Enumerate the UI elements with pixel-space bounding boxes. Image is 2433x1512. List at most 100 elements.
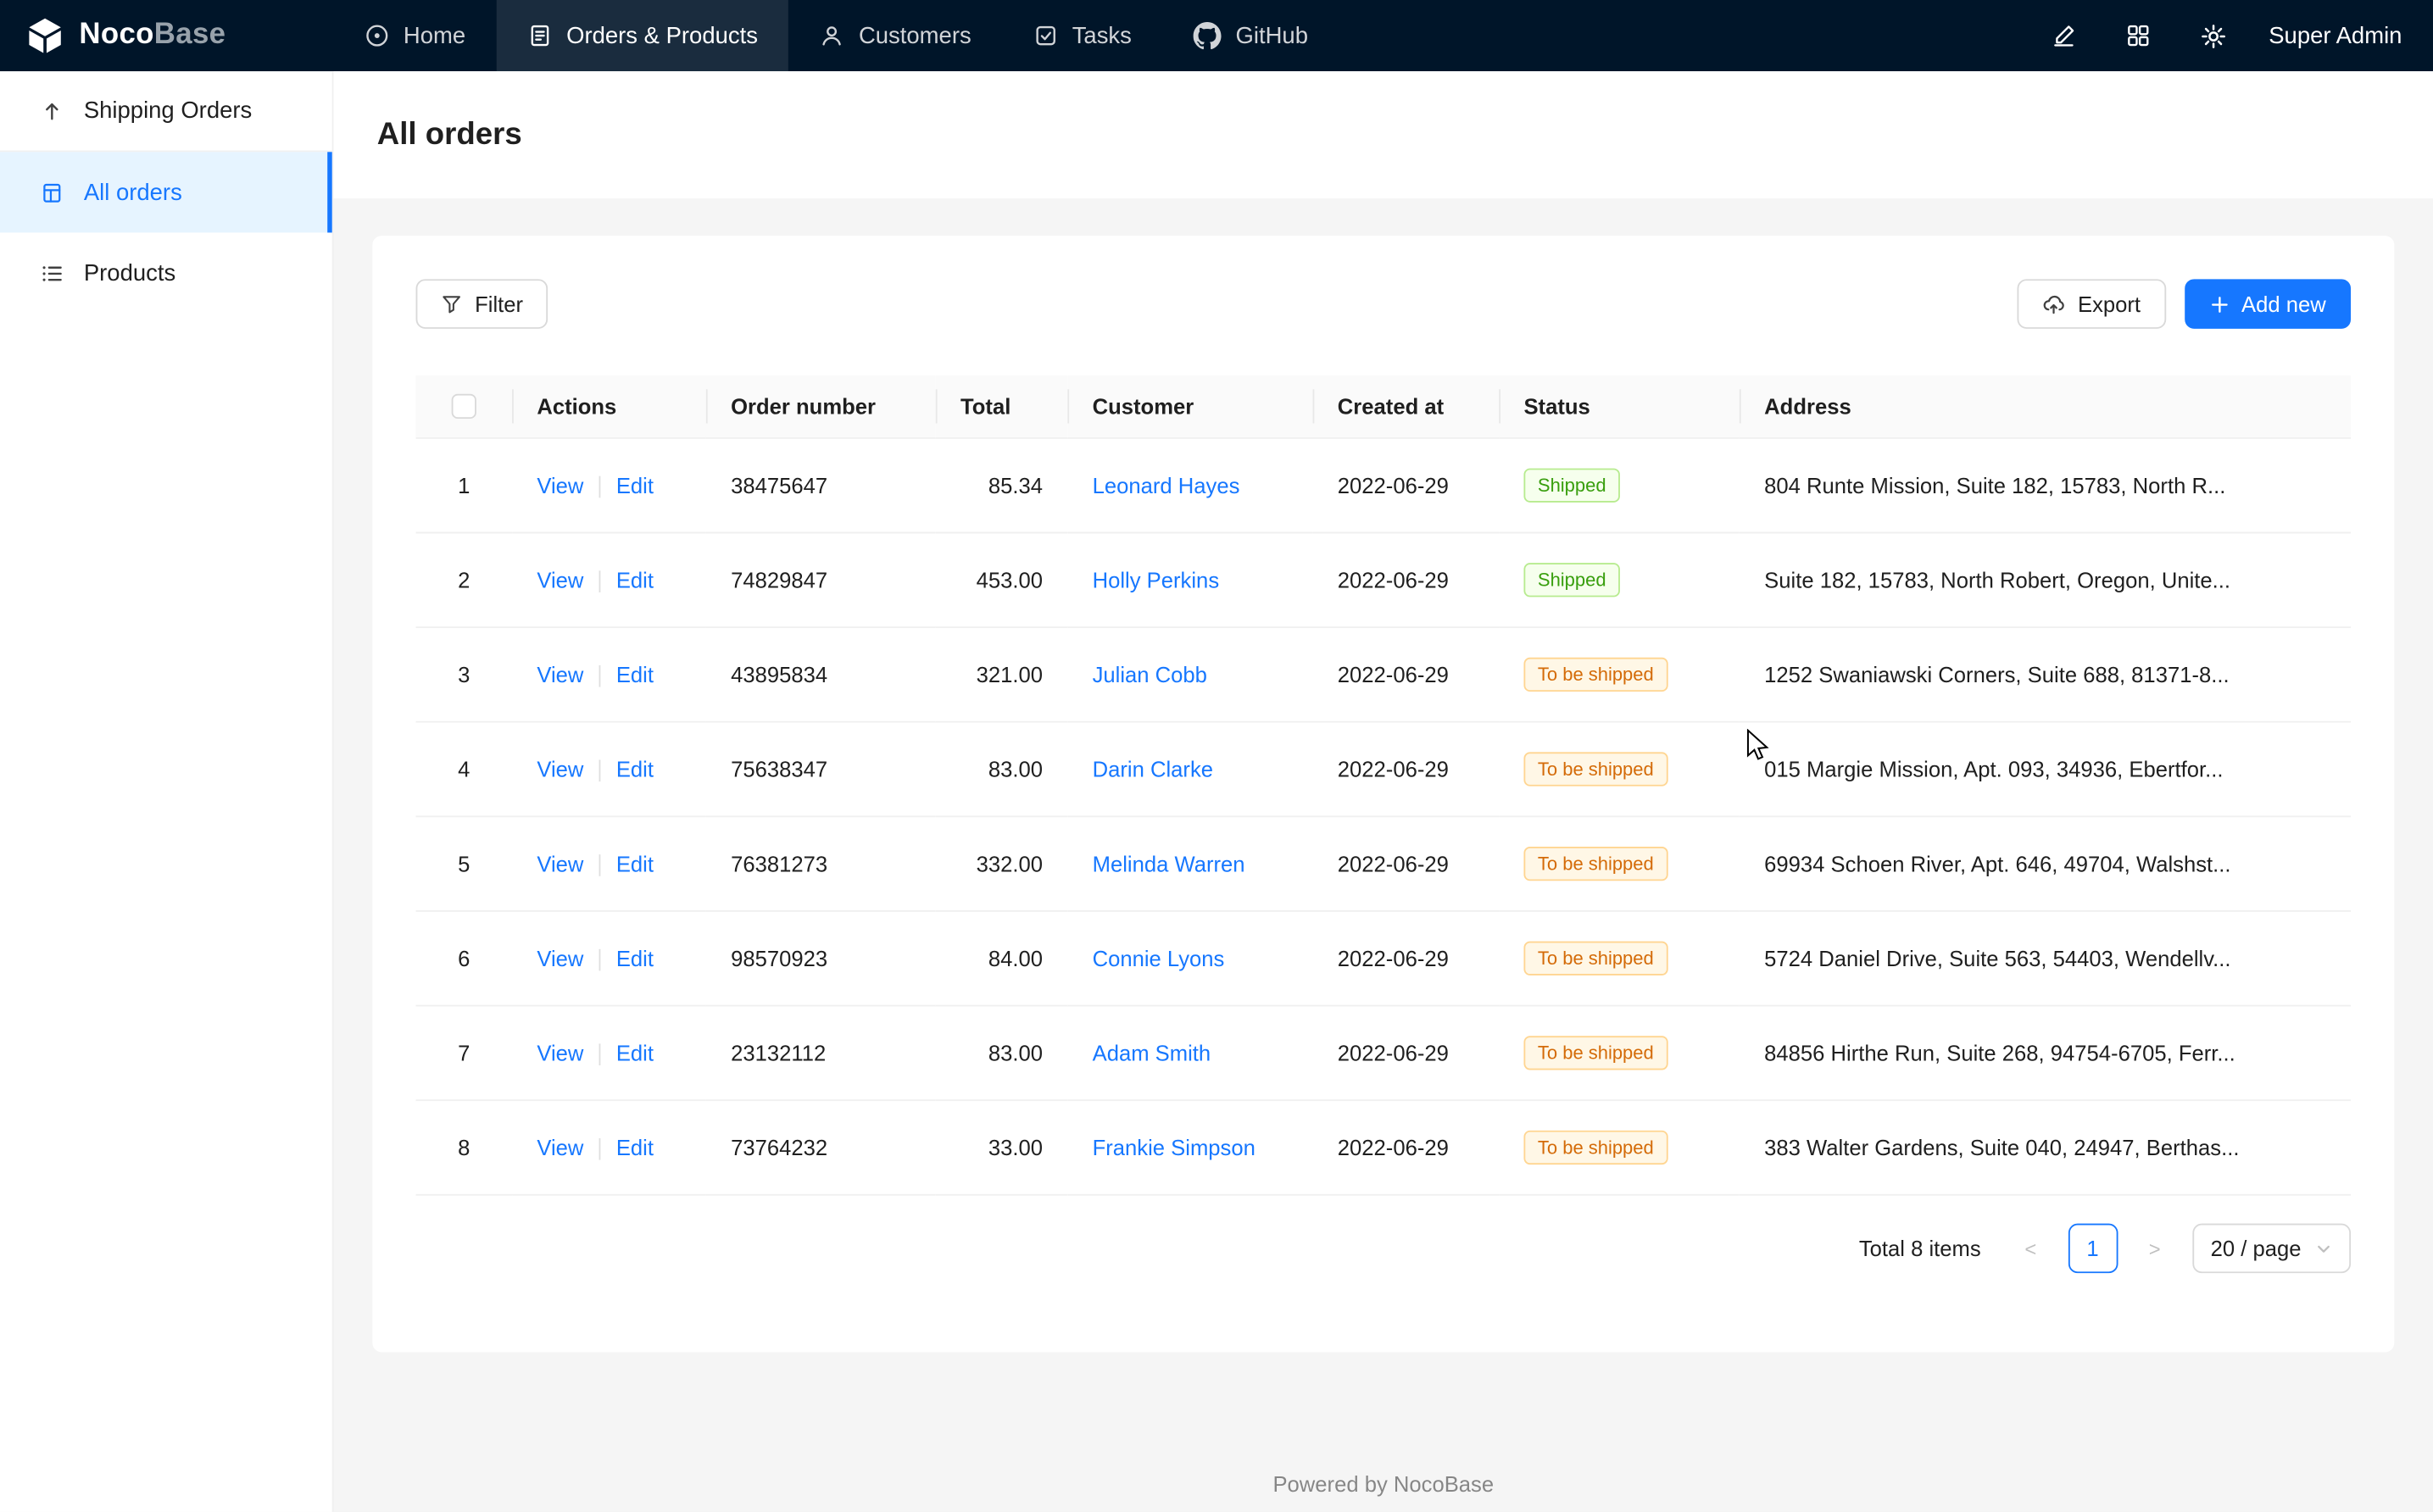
arrow-up-icon: [41, 99, 64, 122]
pagination-prev-button[interactable]: <: [2006, 1224, 2056, 1274]
view-link[interactable]: View: [537, 851, 583, 876]
address-cell: 1252 Swaniawski Corners, Suite 688, 8137…: [1740, 627, 2351, 722]
pagination-next-button[interactable]: >: [2130, 1224, 2180, 1274]
actions-cell: View Edit: [512, 722, 706, 817]
view-link[interactable]: View: [537, 662, 583, 687]
order-number-cell: 73764232: [706, 1100, 936, 1195]
customer-link[interactable]: Julian Cobb: [1093, 662, 1207, 687]
status-cell: To be shipped: [1499, 1006, 1740, 1101]
sidebar-item-products[interactable]: Products: [0, 232, 332, 313]
customer-link[interactable]: Leonard Hayes: [1093, 473, 1240, 498]
view-link[interactable]: View: [537, 473, 583, 498]
order-number-cell: 23132112: [706, 1006, 936, 1101]
total-cell: 33.00: [936, 1100, 1068, 1195]
ui-editor-button[interactable]: [2029, 0, 2098, 71]
table-row[interactable]: 8 View Edit 73764232 33.00 Frankie Simpso…: [416, 1100, 2352, 1195]
table-row[interactable]: 4 ViewEdit 75638347 83.00 Darin Clarke 2…: [416, 722, 2352, 817]
view-link[interactable]: View: [537, 1040, 583, 1065]
table-row[interactable]: 1 ViewEdit 38475647 85.34 Leonard Hayes …: [416, 438, 2352, 533]
view-link[interactable]: View: [537, 1135, 583, 1159]
table-row[interactable]: 7 ViewEdit 23132112 83.00 Adam Smith 202…: [416, 1006, 2352, 1101]
add-new-button[interactable]: Add new: [2184, 279, 2351, 329]
row-index[interactable]: 1: [416, 438, 512, 533]
created-at-cell: 2022-06-29: [1313, 911, 1500, 1006]
plugin-manager-button[interactable]: [2104, 0, 2173, 71]
filter-button[interactable]: Filter: [416, 279, 548, 329]
nav-item-orders-products[interactable]: Orders & Products: [497, 0, 789, 71]
edit-link[interactable]: Edit: [616, 1135, 654, 1159]
app-logo[interactable]: NocoBase: [0, 0, 334, 71]
pagination-page-1[interactable]: 1: [2068, 1224, 2118, 1274]
address-cell: Suite 182, 15783, North Robert, Oregon, …: [1740, 533, 2351, 628]
select-all-checkbox[interactable]: [452, 394, 476, 419]
table-header-row: Actions Order number Total Customer Crea…: [416, 375, 2352, 438]
table-row[interactable]: 2 ViewEdit 74829847 453.00 Holly Perkins…: [416, 533, 2352, 628]
order-number-cell: 98570923: [706, 911, 936, 1006]
table-row[interactable]: 5 ViewEdit 76381273 332.00 Melinda Warre…: [416, 816, 2352, 911]
created-at-cell: 2022-06-29: [1313, 722, 1500, 817]
row-index[interactable]: 7: [416, 1006, 512, 1101]
column-header-created-at: Created at: [1313, 375, 1500, 438]
customer-link[interactable]: Connie Lyons: [1093, 946, 1225, 970]
row-index[interactable]: 4: [416, 722, 512, 817]
customer-link[interactable]: Darin Clarke: [1093, 757, 1213, 781]
status-badge: Shipped: [1523, 469, 1620, 503]
orders-card: Filter Export: [372, 236, 2394, 1352]
view-link[interactable]: View: [537, 757, 583, 781]
list-icon: [41, 261, 64, 284]
customer-link[interactable]: Adam Smith: [1093, 1041, 1211, 1065]
created-at-cell: 2022-06-29: [1313, 1006, 1500, 1101]
address-cell: 84856 Hirthe Run, Suite 268, 94754-6705,…: [1740, 1006, 2351, 1101]
export-button[interactable]: Export: [2018, 279, 2166, 329]
view-link[interactable]: View: [537, 567, 583, 592]
status-cell: To be shipped: [1499, 816, 1740, 911]
pagination: Total 8 items < 1 > 20 / page: [416, 1224, 2352, 1274]
table-row[interactable]: 6 ViewEdit 98570923 84.00 Connie Lyons 2…: [416, 911, 2352, 1006]
table-body: 1 ViewEdit 38475647 85.34 Leonard Hayes …: [416, 438, 2352, 1195]
edit-link[interactable]: Edit: [616, 1040, 654, 1065]
nav-item-label: Home: [404, 23, 465, 49]
column-header-total: Total: [936, 375, 1068, 438]
main-nav: Home Orders & Products Customers: [334, 0, 1339, 71]
sidebar-item-shipping-orders[interactable]: Shipping Orders: [0, 71, 332, 152]
customer-cell: Frankie Simpson: [1067, 1100, 1312, 1195]
customer-cell: Leonard Hayes: [1067, 438, 1312, 533]
customer-link[interactable]: Holly Perkins: [1093, 568, 1220, 592]
edit-link[interactable]: Edit: [616, 473, 654, 498]
nav-item-home[interactable]: Home: [334, 0, 497, 71]
row-index[interactable]: 8: [416, 1100, 512, 1195]
navbar-actions: Super Admin: [2029, 0, 2433, 71]
edit-link[interactable]: Edit: [616, 851, 654, 876]
total-cell: 321.00: [936, 627, 1068, 722]
page-size-select[interactable]: 20 / page: [2192, 1224, 2351, 1274]
edit-link[interactable]: Edit: [616, 662, 654, 687]
row-index[interactable]: 6: [416, 911, 512, 1006]
export-icon: [2042, 292, 2065, 315]
powered-by-text: Powered by NocoBase: [1272, 1471, 1494, 1496]
row-index[interactable]: 5: [416, 816, 512, 911]
action-divider: [599, 476, 601, 498]
nav-item-customers[interactable]: Customers: [789, 0, 1003, 71]
customer-link[interactable]: Melinda Warren: [1093, 852, 1245, 876]
customer-cell: Connie Lyons: [1067, 911, 1312, 1006]
row-index[interactable]: 3: [416, 627, 512, 722]
customer-cell: Holly Perkins: [1067, 533, 1312, 628]
nav-item-github[interactable]: GitHub: [1162, 0, 1339, 71]
nav-item-tasks[interactable]: Tasks: [1002, 0, 1162, 71]
row-index[interactable]: 2: [416, 533, 512, 628]
order-number-cell: 74829847: [706, 533, 936, 628]
customer-link[interactable]: Frankie Simpson: [1093, 1135, 1255, 1159]
edit-link[interactable]: Edit: [616, 567, 654, 592]
action-divider: [599, 949, 601, 971]
total-cell: 332.00: [936, 816, 1068, 911]
user-menu[interactable]: Super Admin: [2253, 23, 2402, 49]
view-link[interactable]: View: [537, 946, 583, 970]
nav-item-label: Tasks: [1072, 23, 1132, 49]
settings-button[interactable]: [2179, 0, 2247, 71]
plus-icon: [2209, 294, 2230, 314]
sidebar-item-all-orders[interactable]: All orders: [0, 152, 332, 232]
edit-link[interactable]: Edit: [616, 757, 654, 781]
table-row[interactable]: 3 ViewEdit 43895834 321.00 Julian Cobb 2…: [416, 627, 2352, 722]
edit-link[interactable]: Edit: [616, 946, 654, 970]
sidebar-item-label: Products: [84, 259, 175, 286]
